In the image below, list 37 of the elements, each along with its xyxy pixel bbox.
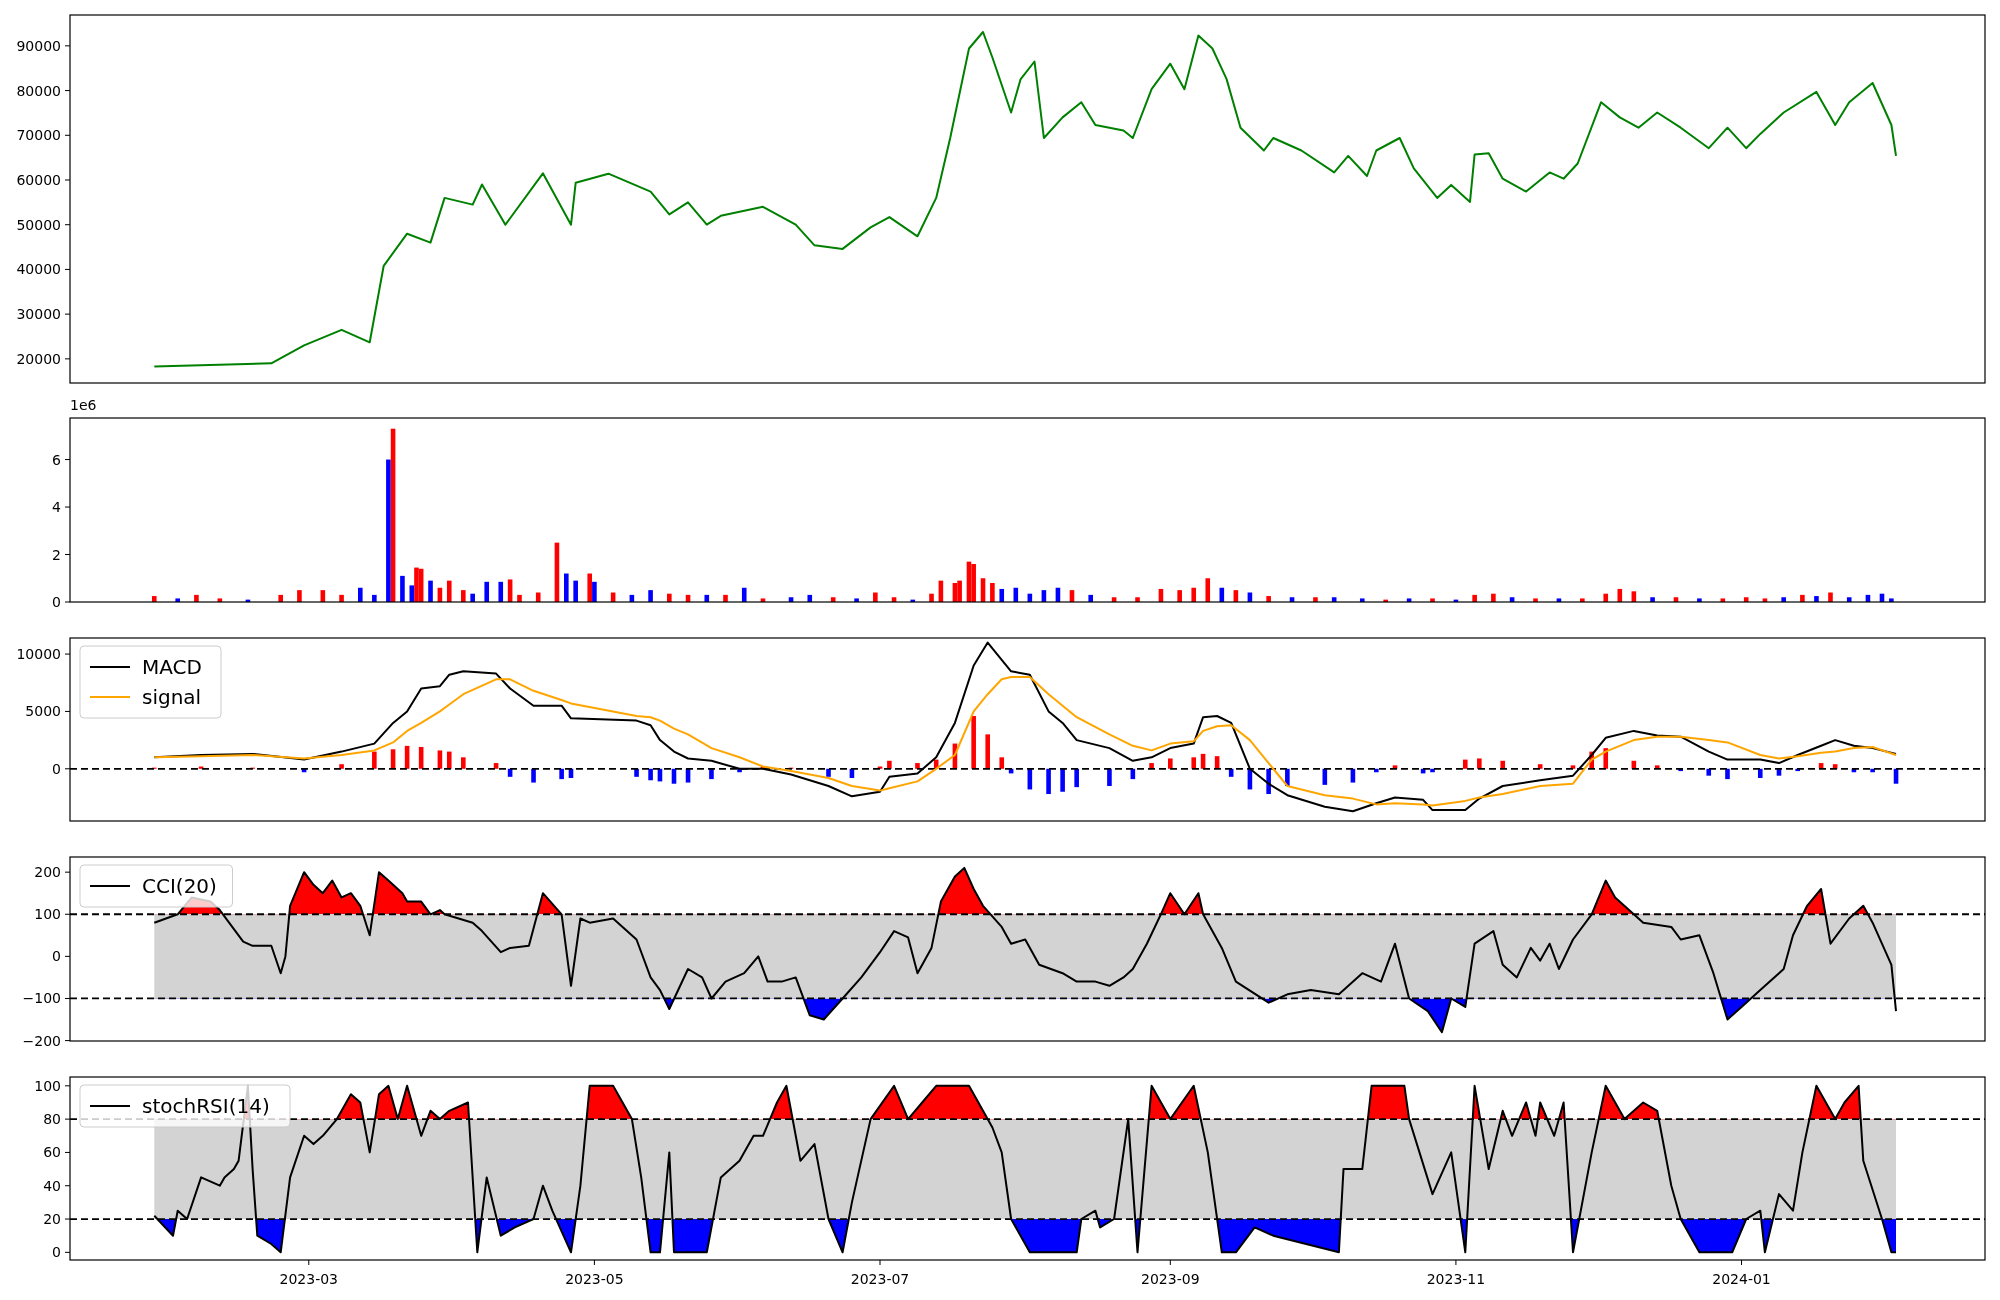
y-tick-label: 80 [43, 1111, 61, 1128]
x-tick-label: 2023-03 [279, 1271, 339, 1287]
y-tick-label: 60000 [16, 172, 61, 188]
legend-label: signal [142, 685, 202, 709]
y-tick-label: 5000 [25, 703, 61, 720]
y-tick-label: 2 [52, 546, 61, 563]
y-tick-label: −200 [22, 1032, 61, 1049]
y-tick-label: 70000 [16, 127, 61, 144]
legend-label: CCI(20) [142, 874, 217, 898]
y-tick-label: 0 [52, 594, 61, 610]
y-tick-label: 4 [52, 499, 61, 516]
y-tick-label: 20000 [16, 350, 61, 367]
y-tick-label: 0 [52, 948, 61, 965]
x-tick-label: 2023-11 [1426, 1271, 1486, 1287]
x-tick-label: 2023-05 [565, 1271, 624, 1287]
y-tick-label: −100 [22, 990, 61, 1007]
y-tick-label: 30000 [16, 306, 61, 323]
x-tick-label: 2024-01 [1712, 1271, 1771, 1287]
y-tick-label: 0 [52, 760, 61, 777]
y-tick-label: 100 [34, 1077, 61, 1094]
x-tick-label: 2023-07 [850, 1271, 910, 1287]
y-tick-label: 90000 [16, 37, 61, 54]
y-tick-label: 40 [43, 1177, 61, 1194]
y-tick-label: 6 [52, 451, 61, 468]
y-tick-label: 10000 [16, 646, 61, 663]
y-tick-label: 20 [43, 1211, 61, 1228]
y-tick-label: 80000 [16, 82, 61, 99]
y-tick-label: 40000 [16, 261, 61, 278]
y-tick-label: 100 [34, 906, 61, 923]
legend-label: stochRSI(14) [142, 1094, 270, 1118]
x-tick-label: 2023-09 [1141, 1271, 1200, 1287]
axis-offset-label: 1e6 [70, 397, 97, 413]
legend-label: MACD [142, 655, 202, 679]
y-tick-label: 0 [52, 1244, 61, 1261]
y-tick-label: 50000 [16, 216, 61, 233]
y-tick-label: 60 [43, 1144, 61, 1161]
y-tick-label: 200 [34, 864, 61, 881]
